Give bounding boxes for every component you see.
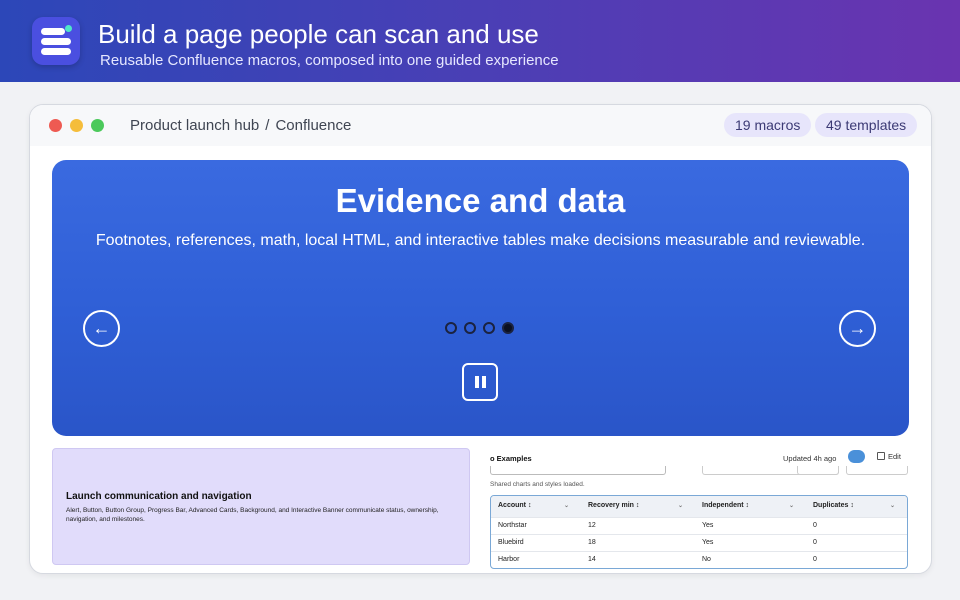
templates-count-badge: 49 templates: [815, 113, 918, 137]
banner-subtitle: Footnotes, references, math, local HTML,…: [95, 232, 866, 249]
table-header-row: Account ↕ ⌄ Recovery min ↕ ⌄ Independent…: [491, 496, 907, 517]
updated-timestamp: Updated 4h ago: [783, 454, 837, 463]
chevron-down-icon[interactable]: ⌄: [678, 502, 683, 509]
breadcrumb-separator: /: [265, 117, 270, 134]
previous-slide-button[interactable]: ←: [83, 310, 120, 347]
table-cell: Yes: [702, 522, 714, 529]
feature-card-title: Launch communication and navigation: [66, 491, 252, 502]
close-window-icon[interactable]: [49, 119, 62, 132]
slide-dot-4-active[interactable]: [502, 322, 514, 334]
panel-status-note: Shared charts and styles loaded.: [490, 481, 585, 488]
banner-title: Evidence and data: [335, 182, 626, 219]
panel-title: o Examples: [490, 454, 532, 463]
toolbar-control-3[interactable]: [846, 466, 908, 475]
chevron-down-icon[interactable]: ⌄: [789, 502, 794, 509]
table-cell: Bluebird: [498, 539, 524, 546]
table-cell: Northstar: [498, 522, 527, 529]
table-cell: 12: [588, 522, 596, 529]
column-header-independent[interactable]: Independent ↕: [702, 502, 749, 509]
app-logo-icon: [32, 17, 80, 65]
slide-dot-1[interactable]: [445, 322, 457, 334]
table-cell: 18: [588, 539, 596, 546]
toolbar-control-2[interactable]: [797, 466, 839, 475]
next-slide-button[interactable]: →: [839, 310, 876, 347]
edit-button[interactable]: Edit: [877, 452, 901, 461]
arrow-left-icon: ←: [92, 318, 111, 338]
table-cell: 0: [813, 539, 817, 546]
browser-window: Product launch hub / Confluence 19 macros …: [29, 104, 932, 574]
edit-icon: [877, 452, 885, 460]
table-cell: Harbor: [498, 556, 520, 563]
table-cell: Yes: [702, 539, 714, 546]
column-header-duplicates[interactable]: Duplicates ↕: [813, 502, 854, 509]
hero-title: Build a page people can scan and use: [98, 19, 539, 49]
table-cell: 0: [813, 556, 817, 563]
feature-card[interactable]: Launch communication and navigation Aler…: [52, 448, 470, 565]
breadcrumb-page[interactable]: Product launch hub: [130, 117, 259, 134]
table-row: Northstar 12 Yes 0: [491, 517, 907, 534]
edit-label: Edit: [888, 452, 901, 461]
hero-subtitle: Reusable Confluence macros, composed int…: [100, 52, 559, 69]
breadcrumb: Product launch hub / Confluence: [130, 117, 351, 134]
breadcrumb-space[interactable]: Confluence: [275, 117, 351, 134]
filter-input[interactable]: [490, 466, 666, 475]
feature-card-body: Alert, Button, Button Group, Progress Ba…: [66, 507, 439, 523]
minimize-window-icon[interactable]: [70, 119, 83, 132]
chevron-down-icon[interactable]: ⌄: [890, 502, 895, 509]
table-row: Bluebird 18 Yes 0: [491, 534, 907, 551]
macros-count-badge: 19 macros: [724, 113, 812, 137]
data-table: Account ↕ ⌄ Recovery min ↕ ⌄ Independent…: [490, 495, 908, 569]
pause-button[interactable]: [462, 363, 498, 401]
table-cell: 0: [813, 522, 817, 529]
user-avatar[interactable]: [848, 450, 865, 463]
interactive-banner: Evidence and data Footnotes, references,…: [52, 160, 909, 436]
slide-dot-3[interactable]: [483, 322, 495, 334]
chevron-down-icon[interactable]: ⌄: [564, 502, 569, 509]
pause-icon: [475, 376, 479, 388]
arrow-right-icon: →: [848, 318, 867, 338]
slide-dot-2[interactable]: [464, 322, 476, 334]
column-header-account[interactable]: Account ↕: [498, 502, 531, 509]
hero-header: Build a page people can scan and use Reu…: [0, 0, 960, 82]
table-cell: No: [702, 556, 711, 563]
column-header-recovery[interactable]: Recovery min ↕: [588, 502, 639, 509]
examples-panel: o Examples Updated 4h ago Edit Shared ch…: [490, 448, 910, 573]
window-titlebar: Product launch hub / Confluence 19 macros …: [30, 105, 931, 146]
table-row: Harbor 14 No 0: [491, 551, 907, 568]
maximize-window-icon[interactable]: [91, 119, 104, 132]
table-cell: 14: [588, 556, 596, 563]
